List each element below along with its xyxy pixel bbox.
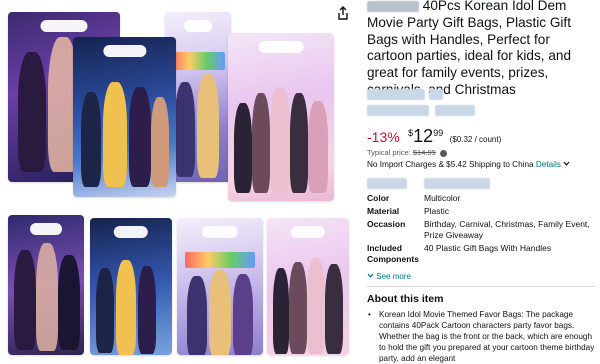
- spec-key: Occasion: [367, 219, 406, 229]
- rating-row[interactable]: [367, 102, 475, 120]
- price-currency: $: [408, 128, 414, 138]
- gift-bag-image: [177, 218, 263, 355]
- product-title-text: 40Pcs Korean Idol Dem Movie Party Gift B…: [367, 0, 572, 97]
- gift-bag-image: [90, 218, 172, 355]
- chevron-down-icon: [367, 273, 374, 278]
- typical-price-value: $14.99: [412, 148, 436, 157]
- see-more-link[interactable]: See more: [367, 272, 411, 281]
- shipping-info: No Import Charges & $5.42 Shipping to Ch…: [367, 160, 570, 169]
- about-heading: About this item: [367, 293, 444, 305]
- share-icon[interactable]: [336, 6, 350, 20]
- see-more-label: See more: [376, 272, 411, 281]
- gift-bag-image: [228, 33, 334, 201]
- typical-price: Typical price: $14.99: [367, 148, 447, 157]
- product-title: 40Pcs Korean Idol Dem Movie Party Gift B…: [367, 0, 595, 99]
- typical-price-label: Typical price:: [367, 148, 411, 157]
- price-whole: 12: [413, 126, 434, 146]
- price-per-unit: ($0.32 / count): [449, 135, 502, 144]
- info-icon[interactable]: [439, 149, 447, 157]
- redacted-text: [367, 0, 419, 12]
- price-row: -13% $1299 ($0.32 / count): [367, 126, 501, 147]
- divider: [367, 286, 595, 287]
- gift-bag-image: [73, 37, 176, 197]
- spec-value: Multicolor: [424, 193, 461, 203]
- spec-value: 40 Plastic Gift Bags With Handles: [424, 243, 552, 253]
- spec-value: Birthday, Carnival, Christmas, Family Ev…: [424, 219, 590, 240]
- about-bullet: Korean Idol Movie Themed Favor Bags: The…: [368, 309, 595, 364]
- gift-bag-image: [267, 218, 349, 355]
- price-fraction: 99: [433, 128, 444, 138]
- product-image-panel[interactable]: [0, 0, 352, 355]
- shipping-details-link[interactable]: Details: [536, 160, 561, 169]
- discount-badge: -13%: [367, 129, 400, 145]
- spec-key: Included Components: [367, 243, 419, 264]
- spec-key: Color: [367, 193, 390, 203]
- about-bullet-text: Korean Idol Movie Themed Favor Bags: The…: [379, 310, 595, 363]
- gift-bag-image: [8, 215, 84, 355]
- spec-key: Material: [367, 206, 400, 216]
- chevron-down-icon[interactable]: [563, 161, 570, 167]
- redacted-row: [367, 178, 490, 190]
- spec-value: Plastic: [424, 206, 450, 216]
- shipping-text: No Import Charges & $5.42 Shipping to Ch…: [367, 160, 534, 169]
